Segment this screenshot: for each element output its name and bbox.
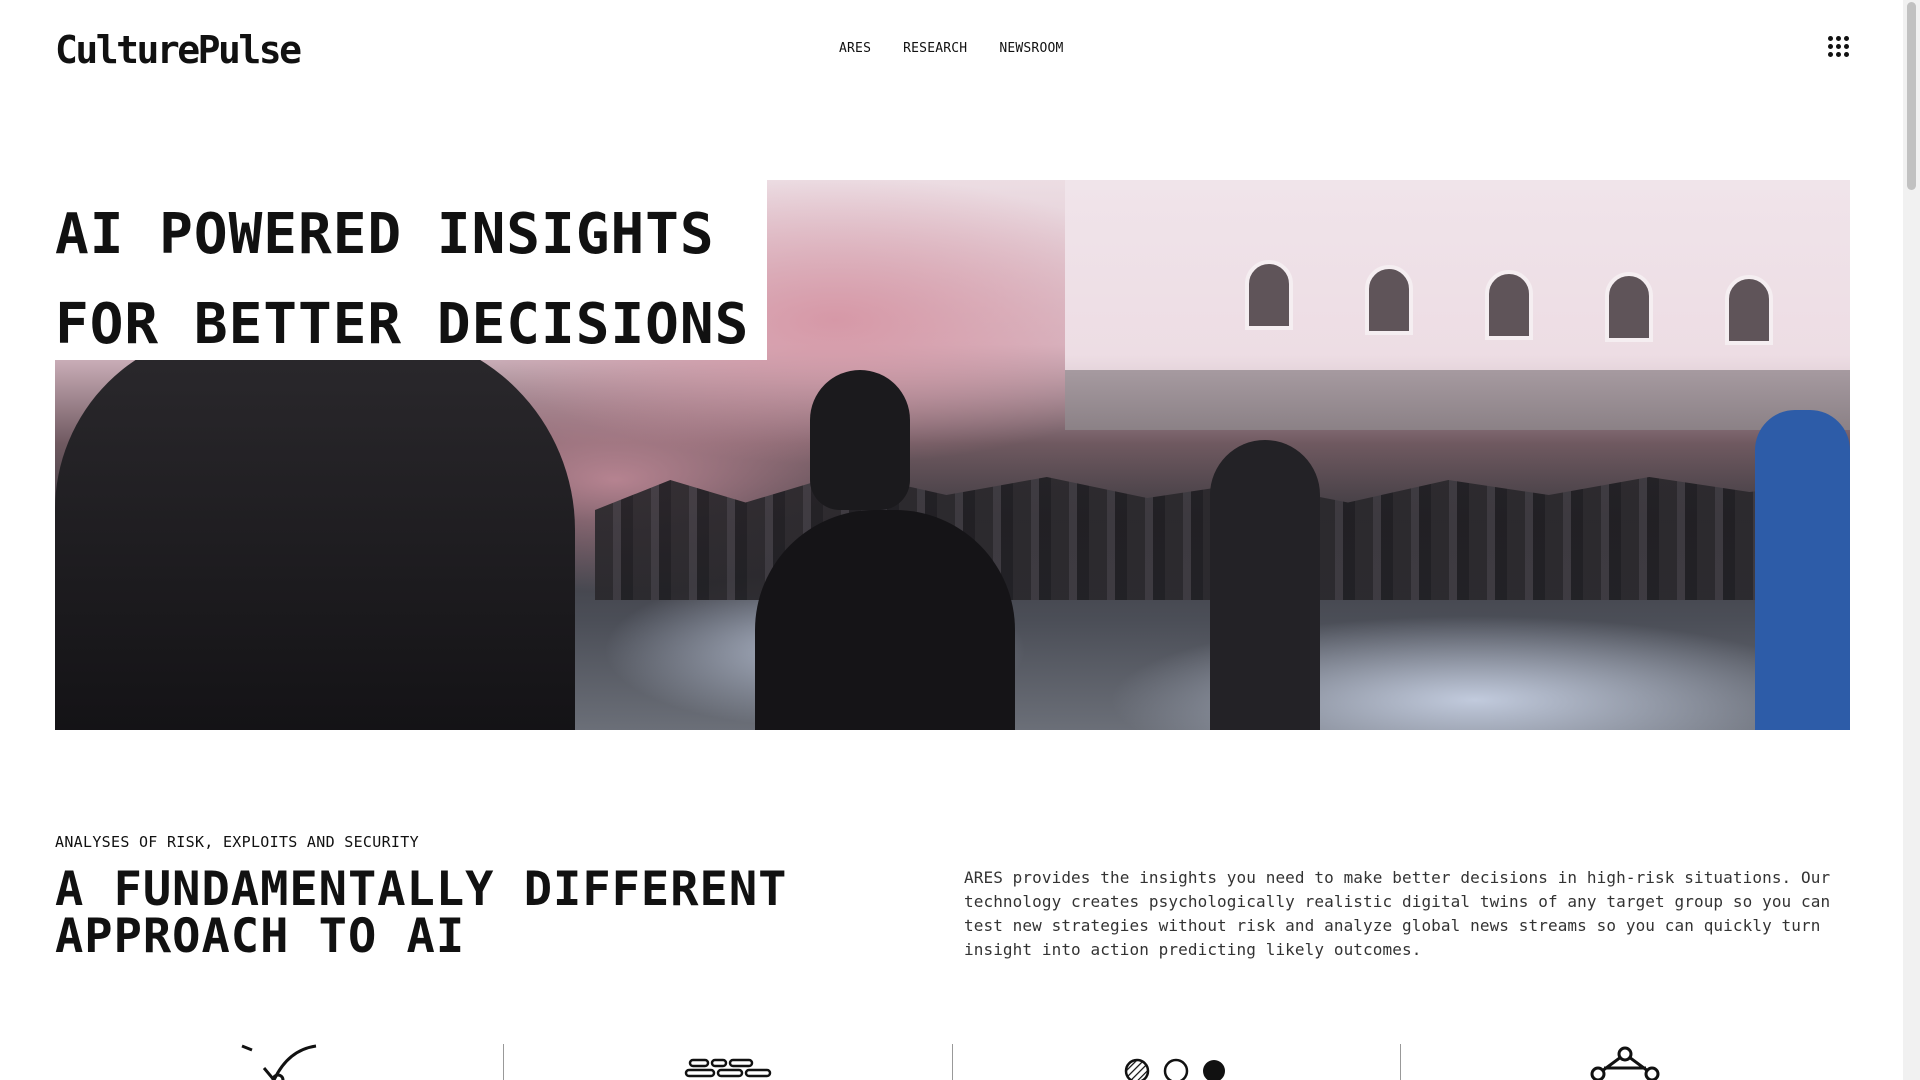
menu-dot	[1836, 36, 1841, 41]
building-wall	[1065, 370, 1850, 430]
checkmark-sparkle-icon	[241, 1044, 317, 1080]
logo[interactable]: CulturePulse	[55, 28, 302, 72]
nav-link-ares[interactable]: ARES	[839, 41, 871, 56]
section-title: A FUNDAMENTALLY DIFFERENT APPROACH TO AI	[55, 866, 787, 960]
protester	[55, 330, 575, 730]
menu-dot	[1844, 44, 1849, 49]
page: CulturePulse ARES RESEARCH NEWSROOM AI P…	[0, 0, 1920, 1080]
nav-link-newsroom[interactable]: NEWSROOM	[999, 41, 1063, 56]
window	[1245, 260, 1293, 330]
divider	[1400, 1044, 1401, 1080]
window	[1485, 270, 1533, 340]
menu-dot	[1828, 44, 1833, 49]
scrollbar-thumb[interactable]	[1907, 2, 1916, 190]
protester	[1755, 410, 1850, 730]
hero-title-line: FOR BETTER DECISIONS	[55, 292, 750, 357]
section-title-line: APPROACH TO AI	[55, 909, 466, 964]
menu-dot	[1836, 44, 1841, 49]
window	[1725, 275, 1773, 345]
building	[1065, 180, 1850, 430]
menu-dot	[1844, 52, 1849, 57]
window	[1365, 265, 1413, 335]
section-eyebrow: ANALYSES OF RISK, EXPLOITS AND SECURITY	[55, 833, 419, 851]
hero-title-line: AI POWERED INSIGHTS	[55, 202, 715, 267]
main-nav: ARES RESEARCH NEWSROOM	[839, 41, 1064, 56]
menu-dot	[1828, 52, 1833, 57]
menu-dot	[1836, 52, 1841, 57]
section-description: ARES provides the insights you need to m…	[964, 868, 1831, 959]
three-circles-icon	[1124, 1058, 1225, 1080]
hero-title: AI POWERED INSIGHTS FOR BETTER DECISIONS	[55, 190, 767, 370]
divider	[503, 1044, 504, 1080]
divider	[952, 1044, 953, 1080]
menu-dot	[1828, 36, 1833, 41]
stacked-lines-icon	[684, 1058, 772, 1078]
menu-dot	[1844, 36, 1849, 41]
grid-menu-icon[interactable]	[1828, 36, 1850, 58]
hero-title-box: AI POWERED INSIGHTS FOR BETTER DECISIONS	[55, 180, 767, 360]
protester	[1210, 440, 1320, 730]
network-nodes-icon	[1590, 1046, 1660, 1080]
nav-link-research[interactable]: RESEARCH	[903, 41, 967, 56]
protester-head	[810, 370, 910, 510]
protester	[755, 510, 1015, 730]
window	[1605, 272, 1653, 342]
